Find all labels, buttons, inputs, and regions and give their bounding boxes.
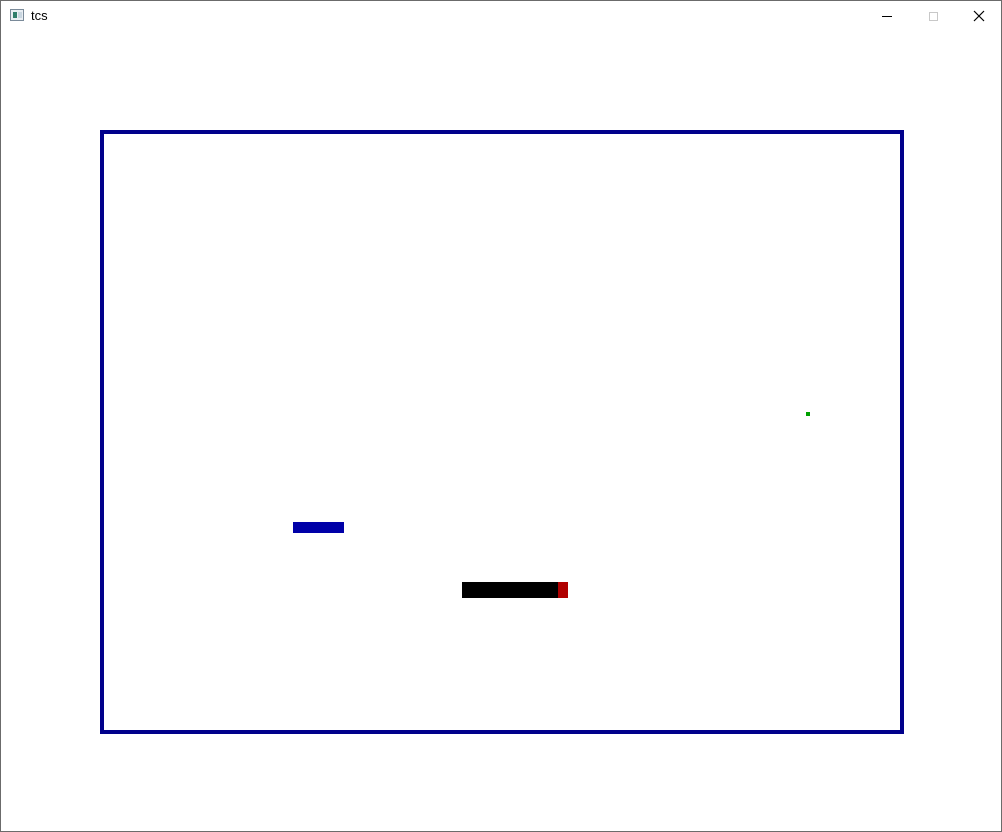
app-window: tcs [0,0,1002,832]
window-title: tcs [31,8,48,23]
snake-body [462,582,560,598]
window-app-icon [10,9,24,21]
minimize-button[interactable] [864,1,910,31]
snake-head [558,582,568,598]
maximize-button[interactable] [910,1,956,31]
food-pellet [806,412,810,416]
close-icon [973,10,985,22]
minimize-icon [882,15,892,17]
maximize-icon [928,11,938,21]
close-button[interactable] [956,1,1002,31]
game-board[interactable] [100,130,904,734]
title-bar[interactable]: tcs [1,1,1001,31]
obstacle-block [293,522,344,533]
